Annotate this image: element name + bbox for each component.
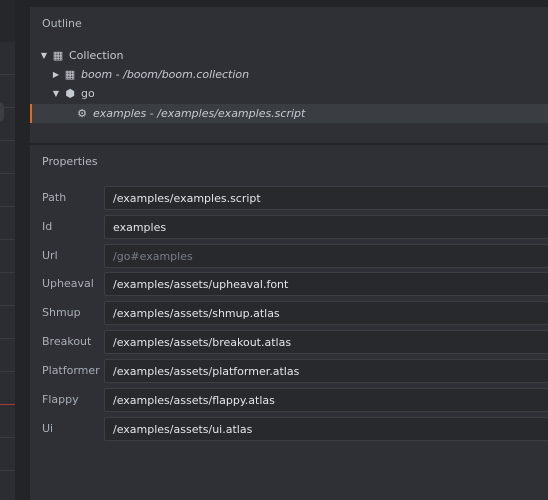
tree-item-boom[interactable]: ▶ ▦ boom - /boom/boom.collection — [30, 65, 548, 84]
row-divider — [0, 272, 15, 273]
property-row-upheaval: Upheaval — [30, 272, 548, 298]
property-label: Id — [42, 220, 53, 233]
row-divider — [0, 173, 15, 174]
platformer-field[interactable] — [104, 359, 548, 383]
properties-title: Properties — [42, 155, 98, 168]
row-divider — [0, 140, 15, 141]
row-divider — [0, 239, 15, 240]
flappy-field[interactable] — [104, 388, 548, 412]
shmup-field[interactable] — [104, 301, 548, 325]
property-row-platformer: Platformer — [30, 359, 548, 385]
row-divider — [0, 371, 15, 372]
outline-title: Outline — [42, 17, 82, 30]
game-object-icon: ⬢ — [65, 87, 75, 100]
top-bar — [30, 0, 548, 7]
outline-panel: Outline ▼ ▦ Collection ▶ ▦ boom - /boom/… — [30, 7, 548, 143]
tree-item-label: examples - /examples/examples.script — [93, 107, 306, 120]
tree-item-label: go — [81, 87, 95, 100]
property-label: Upheaval — [42, 277, 94, 290]
property-row-path: Path — [30, 186, 548, 212]
property-label: Flappy — [42, 393, 79, 406]
row-divider — [0, 470, 15, 471]
property-row-shmup: Shmup — [30, 301, 548, 327]
property-row-ui: Ui — [30, 417, 548, 443]
upheaval-field[interactable] — [104, 272, 548, 296]
tree-item-label: boom - /boom/boom.collection — [81, 68, 250, 81]
breakout-field[interactable] — [104, 330, 548, 354]
expand-arrow-icon[interactable]: ▼ — [52, 89, 60, 98]
property-row-url: Url — [30, 244, 548, 270]
property-row-breakout: Breakout — [30, 330, 548, 356]
property-label: Shmup — [42, 306, 81, 319]
property-label: Breakout — [42, 335, 92, 348]
properties-panel: Properties Path Id Url Upheaval Shmup Br… — [30, 145, 548, 500]
collection-icon: ▦ — [52, 49, 64, 62]
panel-splitter[interactable] — [15, 0, 30, 500]
row-divider — [0, 107, 15, 108]
tree-item-go[interactable]: ▼ ⬢ go — [30, 84, 548, 103]
property-label: Path — [42, 191, 67, 204]
row-divider — [0, 338, 15, 339]
row-divider — [0, 206, 15, 207]
script-gear-icon: ⚙ — [77, 107, 87, 120]
ui-field[interactable] — [104, 417, 548, 441]
path-field[interactable] — [104, 186, 548, 210]
row-divider — [0, 305, 15, 306]
tree-item-examples-script[interactable]: ⚙ examples - /examples/examples.script — [30, 104, 548, 123]
property-row-flappy: Flappy — [30, 388, 548, 414]
left-panel — [0, 42, 15, 500]
property-label: Url — [42, 249, 58, 262]
id-field[interactable] — [104, 215, 548, 239]
tree-item-label: Collection — [69, 49, 124, 62]
property-row-id: Id — [30, 215, 548, 241]
error-marker-line — [0, 404, 15, 405]
scroll-knob[interactable] — [0, 102, 4, 122]
tree-item-collection[interactable]: ▼ ▦ Collection — [30, 46, 548, 65]
collapse-arrow-icon[interactable]: ▶ — [52, 70, 60, 79]
url-field[interactable] — [104, 244, 548, 268]
row-divider — [0, 437, 15, 438]
collection-icon: ▦ — [64, 68, 76, 81]
row-divider — [0, 74, 15, 75]
property-label: Ui — [42, 422, 54, 435]
expand-arrow-icon[interactable]: ▼ — [40, 51, 48, 60]
property-label: Platformer — [42, 364, 100, 377]
